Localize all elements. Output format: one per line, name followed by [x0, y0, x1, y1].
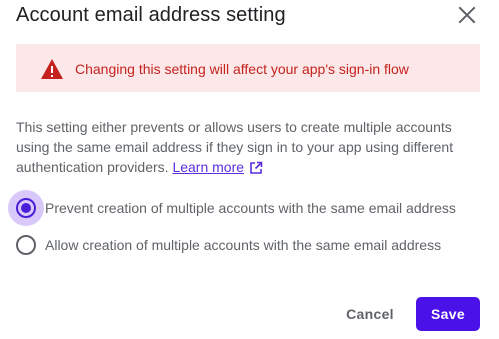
save-button[interactable]: Save: [416, 297, 480, 331]
warning-icon: [41, 59, 63, 79]
option-prevent-label[interactable]: Prevent creation of multiple accounts wi…: [45, 198, 456, 218]
learn-more-link[interactable]: Learn more: [172, 159, 263, 175]
radio-prevent-dot: [21, 203, 31, 213]
external-link-icon: [250, 161, 263, 174]
account-email-setting-dialog: Account email address setting Changing t…: [0, 0, 499, 339]
close-button[interactable]: [455, 3, 479, 27]
learn-more-label: Learn more: [172, 159, 245, 175]
radio-prevent[interactable]: [8, 190, 44, 226]
option-prevent[interactable]: Prevent creation of multiple accounts wi…: [8, 190, 478, 226]
radio-allow-circle: [16, 235, 36, 255]
option-allow[interactable]: Allow creation of multiple accounts with…: [8, 227, 478, 263]
dialog-title: Account email address setting: [16, 4, 286, 26]
warning-banner: Changing this setting will affect your a…: [16, 44, 480, 92]
warning-text: Changing this setting will affect your a…: [75, 61, 409, 77]
close-icon: [458, 6, 476, 24]
radio-allow[interactable]: [8, 227, 44, 263]
cancel-button[interactable]: Cancel: [335, 297, 405, 331]
option-allow-label[interactable]: Allow creation of multiple accounts with…: [45, 235, 441, 255]
radio-prevent-circle: [16, 198, 36, 218]
description: This setting either prevents or allows u…: [16, 117, 476, 177]
